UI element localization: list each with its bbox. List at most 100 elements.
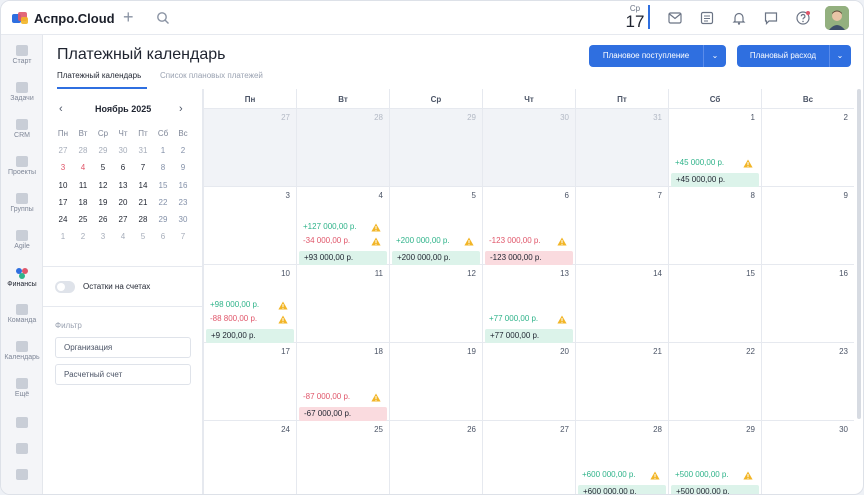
chevron-left-icon[interactable]: ‹ [59, 103, 63, 115]
rail-item-extra-2[interactable] [1, 443, 43, 454]
planned-expense-button[interactable]: Плановый расход ⌄ [737, 45, 851, 67]
calendar-day-cell[interactable]: 2 [761, 109, 854, 187]
mini-day[interactable]: 7 [173, 232, 193, 241]
search-icon[interactable] [156, 11, 170, 25]
mini-day[interactable]: 24 [53, 215, 73, 224]
account-filter[interactable]: Расчетный счет [55, 364, 191, 385]
mini-day[interactable]: 27 [113, 215, 133, 224]
calendar-day-cell[interactable]: 8 [668, 187, 761, 265]
calendar-day-cell[interactable]: 30 [482, 109, 575, 187]
calendar-day-cell[interactable]: 21 [575, 343, 668, 421]
chevron-down-icon[interactable]: ⌄ [830, 45, 850, 67]
calendar-day-cell[interactable]: 11 [296, 265, 389, 343]
mini-day[interactable]: 29 [153, 215, 173, 224]
organization-filter[interactable]: Организация [55, 337, 191, 358]
rail-item-calendar[interactable]: Календарь [1, 341, 43, 361]
calendar-day-cell[interactable]: 13 +77 000,00 р. +77 000,00 р. [482, 265, 575, 343]
mini-day[interactable]: 1 [153, 146, 173, 155]
mini-day[interactable]: 26 [93, 215, 113, 224]
payment-amount[interactable]: +200 000,00 р. [396, 236, 450, 245]
mini-day[interactable]: 30 [173, 215, 193, 224]
calendar-day-cell[interactable]: 3 [203, 187, 296, 265]
calendar-day-cell[interactable]: 24 [203, 421, 296, 494]
planned-income-button[interactable]: Плановое поступление ⌄ [589, 45, 726, 67]
warning-icon[interactable] [743, 159, 753, 168]
scrollbar[interactable] [857, 89, 861, 419]
rail-item-projects[interactable]: Проекты [1, 156, 43, 176]
avatar[interactable] [825, 6, 849, 30]
mini-day[interactable]: 28 [133, 215, 153, 224]
mini-day[interactable]: 6 [153, 232, 173, 241]
payment-amount[interactable]: +45 000,00 р. [675, 158, 724, 167]
mini-day[interactable]: 28 [73, 146, 93, 155]
payment-amount[interactable]: -34 000,00 р. [303, 236, 350, 245]
calendar-day-cell[interactable]: 31 [575, 109, 668, 187]
calendar-day-cell[interactable]: 1 +45 000,00 р. +45 000,00 р. [668, 109, 761, 187]
warning-icon[interactable] [557, 315, 567, 324]
rail-item-team[interactable]: Команда [1, 304, 43, 324]
calendar-day-cell[interactable]: 25 [296, 421, 389, 494]
mini-day[interactable]: 8 [153, 163, 173, 172]
payment-amount[interactable]: +127 000,00 р. [303, 222, 357, 231]
mini-day[interactable]: 31 [133, 146, 153, 155]
help-icon[interactable] [795, 10, 811, 26]
calendar-day-cell[interactable]: 14 [575, 265, 668, 343]
calendar-day-cell[interactable]: 29 +500 000,00 р. +500 000,00 р. [668, 421, 761, 494]
payment-amount[interactable]: +600 000,00 р. [582, 470, 636, 479]
mini-day[interactable]: 21 [133, 198, 153, 207]
mini-day[interactable]: 27 [53, 146, 73, 155]
calendar-day-cell[interactable]: 30 [761, 421, 854, 494]
mini-day[interactable]: 11 [73, 181, 93, 190]
calendar-day-cell[interactable]: 27 [482, 421, 575, 494]
mini-day[interactable]: 2 [173, 146, 193, 155]
calendar-day-cell[interactable]: 28 [296, 109, 389, 187]
warning-icon[interactable] [557, 237, 567, 246]
warning-icon[interactable] [650, 471, 660, 480]
mini-day[interactable]: 14 [133, 181, 153, 190]
rail-item-start[interactable]: Старт [1, 45, 43, 65]
calendar-day-cell[interactable]: 16 [761, 265, 854, 343]
calendar-day-cell[interactable]: 27 [203, 109, 296, 187]
rail-item-tasks[interactable]: Задачи [1, 82, 43, 102]
warning-icon[interactable] [278, 315, 288, 324]
balances-toggle[interactable] [55, 281, 75, 293]
calendar-day-cell[interactable]: 4 +127 000,00 р. -34 000,00 р. +93 000,00 р… [296, 187, 389, 265]
warning-icon[interactable] [371, 393, 381, 402]
calendar-day-cell[interactable]: 15 [668, 265, 761, 343]
mini-day[interactable]: 5 [133, 232, 153, 241]
calendar-day-cell[interactable]: 7 [575, 187, 668, 265]
mini-day[interactable]: 19 [93, 198, 113, 207]
chevron-down-icon[interactable]: ⌄ [705, 45, 725, 67]
calendar-day-cell[interactable]: 18 -87 000,00 р. -67 000,00 р. [296, 343, 389, 421]
calendar-day-cell[interactable]: 6 -123 000,00 р. -123 000,00 р. [482, 187, 575, 265]
today-date[interactable]: Ср 17 [623, 4, 647, 31]
mail-icon[interactable] [667, 10, 683, 26]
tab-planned-payments[interactable]: Список плановых платежей [160, 71, 263, 80]
mini-day[interactable]: 4 [73, 163, 93, 172]
calendar-day-cell[interactable]: 23 [761, 343, 854, 421]
calendar-day-cell[interactable]: 5 +200 000,00 р. +200 000,00 р. [389, 187, 482, 265]
calendar-day-cell[interactable]: 10 +98 000,00 р. -88 800,00 р. +9 200,00 р. [203, 265, 296, 343]
mini-day[interactable]: 20 [113, 198, 133, 207]
mini-day[interactable]: 17 [53, 198, 73, 207]
app-name[interactable]: Аспро.Cloud [34, 11, 115, 26]
mini-day[interactable]: 10 [53, 181, 73, 190]
rail-item-crm[interactable]: CRM [1, 119, 43, 139]
rail-item-finance[interactable]: Финансы [1, 267, 43, 288]
rail-item-agile[interactable]: Agile [1, 230, 43, 250]
payment-amount[interactable]: +98 000,00 р. [210, 300, 259, 309]
chevron-right-icon[interactable]: › [179, 103, 183, 115]
mini-day[interactable]: 13 [113, 181, 133, 190]
mini-day[interactable]: 6 [113, 163, 133, 172]
tab-payment-calendar[interactable]: Платежный календарь [57, 71, 141, 80]
mini-day[interactable]: 5 [93, 163, 113, 172]
bell-icon[interactable] [731, 10, 747, 26]
payment-amount[interactable]: -87 000,00 р. [303, 392, 350, 401]
mini-day[interactable]: 25 [73, 215, 93, 224]
warning-icon[interactable] [371, 223, 381, 232]
rail-item-groups[interactable]: Группы [1, 193, 43, 213]
mini-day[interactable]: 2 [73, 232, 93, 241]
rail-item-more[interactable]: Ещё [1, 378, 43, 398]
payment-amount[interactable]: +500 000,00 р. [675, 470, 729, 479]
mini-day[interactable]: 4 [113, 232, 133, 241]
